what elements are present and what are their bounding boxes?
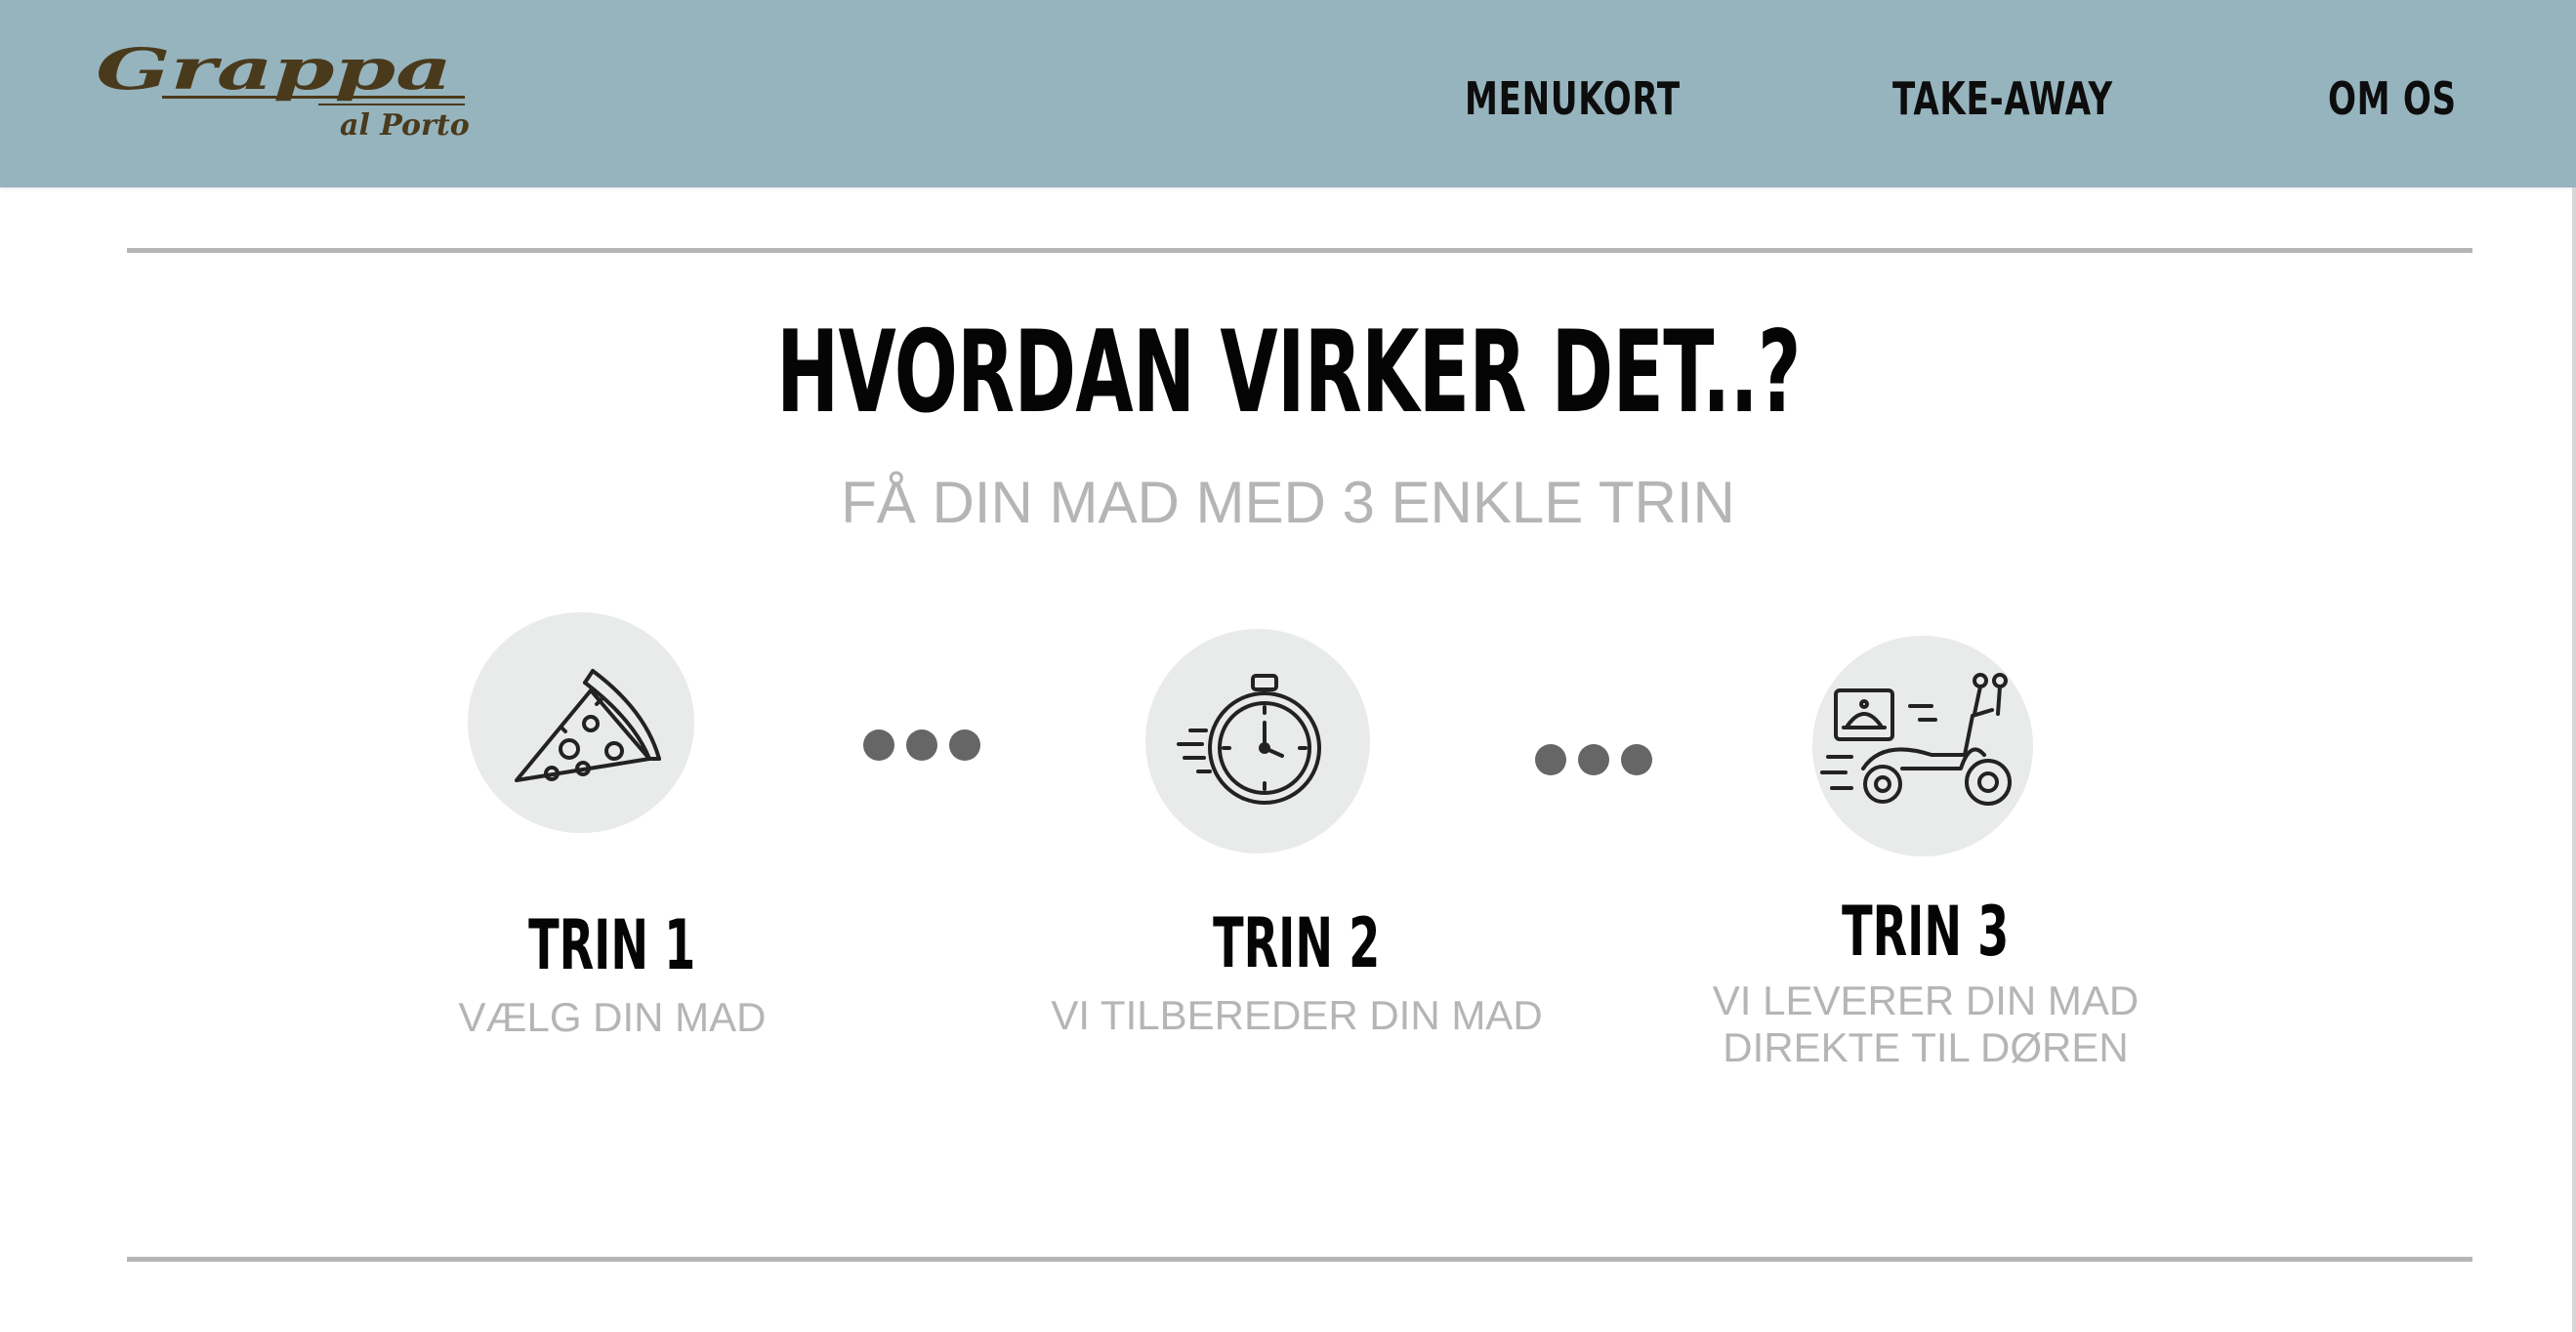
step-connector-dots-1 bbox=[863, 729, 980, 763]
bottom-divider bbox=[127, 1257, 2472, 1262]
stopwatch-icon bbox=[1177, 674, 1321, 805]
step-3-icon-circle bbox=[1812, 636, 2033, 856]
nav-menukort[interactable]: MENUKORT bbox=[1465, 64, 1681, 133]
step-2-description: VI TILBEREDER DIN MAD bbox=[1051, 992, 1543, 1038]
section-subheading: FÅ DIN MAD MED 3 ENKLE TRIN bbox=[841, 470, 1735, 535]
svg-text:al Porto: al Porto bbox=[340, 108, 470, 143]
svg-text:Grappa: Grappa bbox=[96, 45, 452, 103]
delivery-scooter-icon bbox=[1820, 673, 2012, 806]
step-3-description-line-1: VI LEVERER DIN MAD bbox=[1712, 978, 2140, 1023]
step-3-description-line-2: DIREKTE TIL DØREN bbox=[1723, 1024, 2129, 1070]
grappa-al-porto-logo: Grappa al Porto bbox=[96, 45, 470, 143]
dot bbox=[1621, 744, 1652, 775]
step-1-description: VÆLG DIN MAD bbox=[458, 994, 767, 1040]
dot bbox=[1535, 744, 1566, 775]
step-1-icon-circle bbox=[468, 612, 694, 833]
top-divider bbox=[127, 248, 2472, 253]
dot bbox=[949, 729, 980, 761]
nav-take-away[interactable]: TAKE-AWAY bbox=[1892, 64, 2113, 133]
dot bbox=[906, 729, 937, 761]
step-3-title: TRIN 3 bbox=[1842, 892, 2010, 972]
step-1-title: TRIN 1 bbox=[528, 905, 696, 985]
pizza-slice-icon bbox=[515, 669, 661, 782]
dot bbox=[863, 729, 894, 761]
section-heading: HVORDAN VIRKER DET..? bbox=[775, 307, 1801, 438]
step-2-icon-circle bbox=[1145, 629, 1370, 853]
nav-om-os[interactable]: OM OS bbox=[2328, 64, 2457, 133]
step-3-description: VI LEVERER DIN MAD DIREKTE TIL DØREN bbox=[1584, 978, 2267, 1071]
step-2-title: TRIN 2 bbox=[1213, 903, 1381, 983]
header-bar: Grappa al Porto MENUKORT TAKE-AWAY OM OS bbox=[0, 0, 2576, 187]
dot bbox=[1578, 744, 1609, 775]
brand-logo[interactable]: Grappa al Porto bbox=[94, 45, 475, 152]
step-connector-dots-2 bbox=[1535, 744, 1652, 777]
